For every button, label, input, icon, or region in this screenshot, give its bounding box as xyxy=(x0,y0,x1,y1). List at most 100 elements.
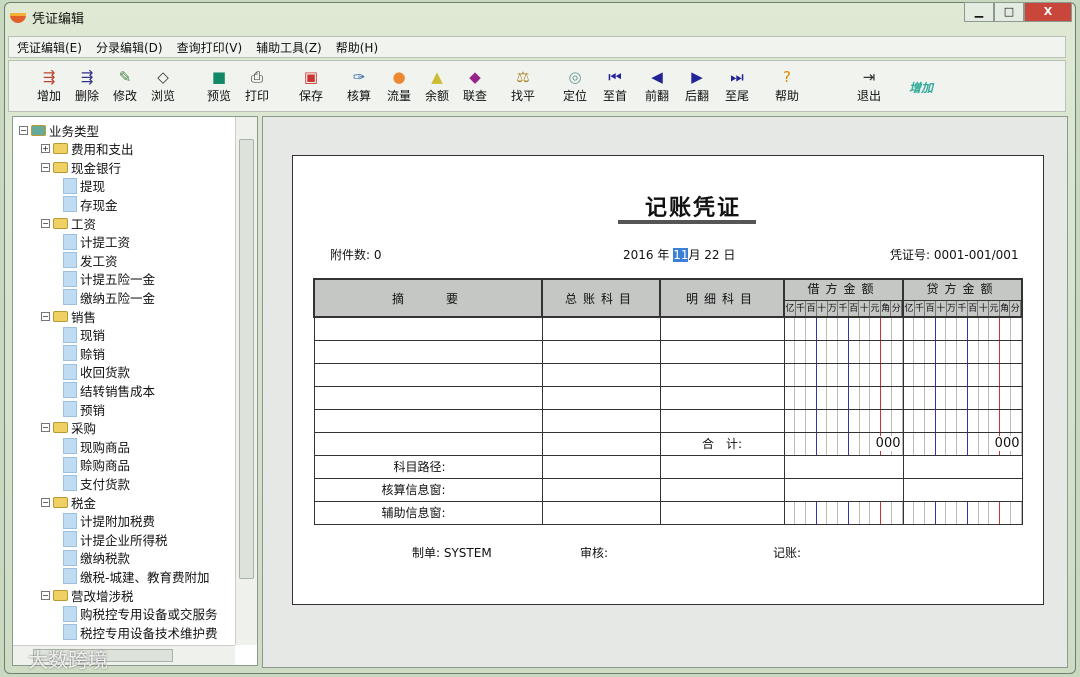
toolbar-button-delete-entry[interactable]: ⇶ 删除 xyxy=(67,67,107,104)
toolbar-button-first[interactable]: ⏮ 至首 xyxy=(595,67,635,104)
account-cell[interactable] xyxy=(541,339,661,364)
debit-cell[interactable] xyxy=(783,339,904,364)
credit-cell[interactable] xyxy=(902,362,1023,387)
tree-node[interactable]: − 工资 xyxy=(41,214,96,232)
month-field[interactable]: 11 xyxy=(673,248,689,262)
account-cell[interactable] xyxy=(541,385,661,410)
collapse-icon[interactable]: − xyxy=(41,162,50,172)
add-badge-icon[interactable]: 增加 xyxy=(909,79,933,96)
tree-node[interactable]: 缴纳税款 xyxy=(63,549,130,567)
tree-node[interactable]: 发工资 xyxy=(63,251,118,269)
toolbar-button-exit[interactable]: ⇥ 退出 xyxy=(849,67,889,104)
expand-icon[interactable]: + xyxy=(41,144,50,154)
toolbar-button-flow[interactable]: ● 流量 xyxy=(379,67,419,104)
detail-cell[interactable] xyxy=(659,339,785,364)
summary-cell[interactable] xyxy=(313,339,543,364)
credit-cell[interactable] xyxy=(902,316,1023,341)
tree-node[interactable]: 缴纳五险一金 xyxy=(63,288,155,306)
toolbar-button-previous[interactable]: ◀ 前翻 xyxy=(637,67,677,104)
tree-node[interactable]: 赊销 xyxy=(63,344,105,362)
tree-node[interactable]: − 采购 xyxy=(41,419,96,437)
tree-node[interactable]: 税控专用设备技术维护费 xyxy=(63,623,218,641)
tree-node[interactable]: 赊购商品 xyxy=(63,456,130,474)
tree-vertical-scrollbar[interactable] xyxy=(235,117,257,645)
toolbar-button-last[interactable]: ⏭ 至尾 xyxy=(717,67,757,104)
collapse-icon[interactable]: − xyxy=(41,311,50,321)
collapse-icon[interactable]: − xyxy=(41,497,50,507)
toolbar-button-linked-query[interactable]: ◆ 联查 xyxy=(455,67,495,104)
info-cell xyxy=(783,500,904,525)
voucher-date[interactable]: 2016 年 11月 22 日 xyxy=(623,246,735,263)
summary-cell[interactable] xyxy=(313,431,543,456)
credit-cell[interactable] xyxy=(902,408,1023,433)
toolbar-button-next[interactable]: ▶ 后翻 xyxy=(677,67,717,104)
account-cell[interactable] xyxy=(541,408,661,433)
debit-cell[interactable] xyxy=(783,385,904,410)
toolbar-button-paperclip[interactable]: ✑ 核算 xyxy=(339,67,379,104)
toolbar-button-add-entry[interactable]: ⇶ 增加 xyxy=(29,67,69,104)
toolbar-button-locate[interactable]: ◎ 定位 xyxy=(555,67,595,104)
menu-item[interactable]: 辅助工具(Z) xyxy=(256,39,322,56)
toolbar-button-browse[interactable]: ◇ 浏览 xyxy=(143,67,183,104)
toolbar-button-balance[interactable]: ▲ 余额 xyxy=(417,67,457,104)
close-button[interactable]: X xyxy=(1024,2,1072,22)
toolbar-button-help[interactable]: ? 帮助 xyxy=(767,67,807,104)
tree-node[interactable]: 计提五险一金 xyxy=(63,270,155,288)
menu-item[interactable]: 分录编辑(D) xyxy=(96,39,163,56)
debit-cell[interactable] xyxy=(783,362,904,387)
account-cell[interactable] xyxy=(541,431,661,456)
detail-cell[interactable] xyxy=(659,316,785,341)
credit-cell[interactable] xyxy=(902,339,1023,364)
tree-node[interactable]: − 现金银行 xyxy=(41,158,121,176)
menu-item[interactable]: 凭证编辑(E) xyxy=(17,39,82,56)
debit-cell[interactable]: 000 xyxy=(783,431,904,456)
summary-cell[interactable] xyxy=(313,316,543,341)
tree-node[interactable]: 提现 xyxy=(63,177,105,195)
tree-node[interactable]: + 费用和支出 xyxy=(41,140,134,158)
tree-node[interactable]: − 业务类型 xyxy=(19,121,99,139)
toolbar-button-scale[interactable]: ⚖ 找平 xyxy=(503,67,543,104)
account-cell[interactable] xyxy=(541,362,661,387)
credit-cell[interactable]: 000 xyxy=(902,431,1023,456)
menu-item[interactable]: 帮助(H) xyxy=(336,39,378,56)
summary-cell[interactable] xyxy=(313,408,543,433)
collapse-icon[interactable]: − xyxy=(41,218,50,228)
collapse-icon[interactable]: − xyxy=(41,590,50,600)
detail-cell[interactable] xyxy=(659,362,785,387)
toolbar-button-printer[interactable]: ⎙ 打印 xyxy=(237,67,277,104)
summary-cell[interactable] xyxy=(313,362,543,387)
tree-node[interactable]: 计提工资 xyxy=(63,233,130,251)
tree-node[interactable]: 存现金 xyxy=(63,195,118,213)
summary-cell[interactable] xyxy=(313,385,543,410)
detail-cell[interactable] xyxy=(659,408,785,433)
toolbar-button-save[interactable]: ▣ 保存 xyxy=(291,67,331,104)
tree-node[interactable]: 缴税-城建、教育费附加 xyxy=(63,567,210,585)
tree-node[interactable]: − 税金 xyxy=(41,493,96,511)
credit-cell[interactable] xyxy=(902,385,1023,410)
maximize-button[interactable]: □ xyxy=(994,2,1024,22)
tree-node[interactable]: − 营改增涉税 xyxy=(41,586,134,604)
attachment-count[interactable]: 附件数: 0 xyxy=(330,246,382,263)
digit-header: 百 xyxy=(925,301,936,316)
toolbar-button-edit[interactable]: ✎ 修改 xyxy=(105,67,145,104)
tree-node[interactable]: 预销 xyxy=(63,400,105,418)
tree-node[interactable]: 支付货款 xyxy=(63,474,130,492)
tree-node[interactable]: 现销 xyxy=(63,326,105,344)
tree-node[interactable]: 结转销售成本 xyxy=(63,381,155,399)
debit-cell[interactable] xyxy=(783,316,904,341)
collapse-icon[interactable]: − xyxy=(41,423,50,433)
tree-node[interactable]: 购税控专用设备或交服务 xyxy=(63,605,218,623)
toolbar-button-preview[interactable]: ■ 预览 xyxy=(199,67,239,104)
collapse-icon[interactable]: − xyxy=(19,125,28,135)
document-icon xyxy=(63,252,77,269)
tree-node[interactable]: 收回货款 xyxy=(63,363,130,381)
tree-node[interactable]: 计提附加税费 xyxy=(63,512,155,530)
detail-cell[interactable] xyxy=(659,385,785,410)
tree-node[interactable]: − 销售 xyxy=(41,307,96,325)
minimize-button[interactable]: ▁ xyxy=(964,2,994,22)
tree-node[interactable]: 现购商品 xyxy=(63,437,130,455)
debit-cell[interactable] xyxy=(783,408,904,433)
account-cell[interactable] xyxy=(541,316,661,341)
menu-item[interactable]: 查询打印(V) xyxy=(177,39,243,56)
tree-node[interactable]: 计提企业所得税 xyxy=(63,530,168,548)
